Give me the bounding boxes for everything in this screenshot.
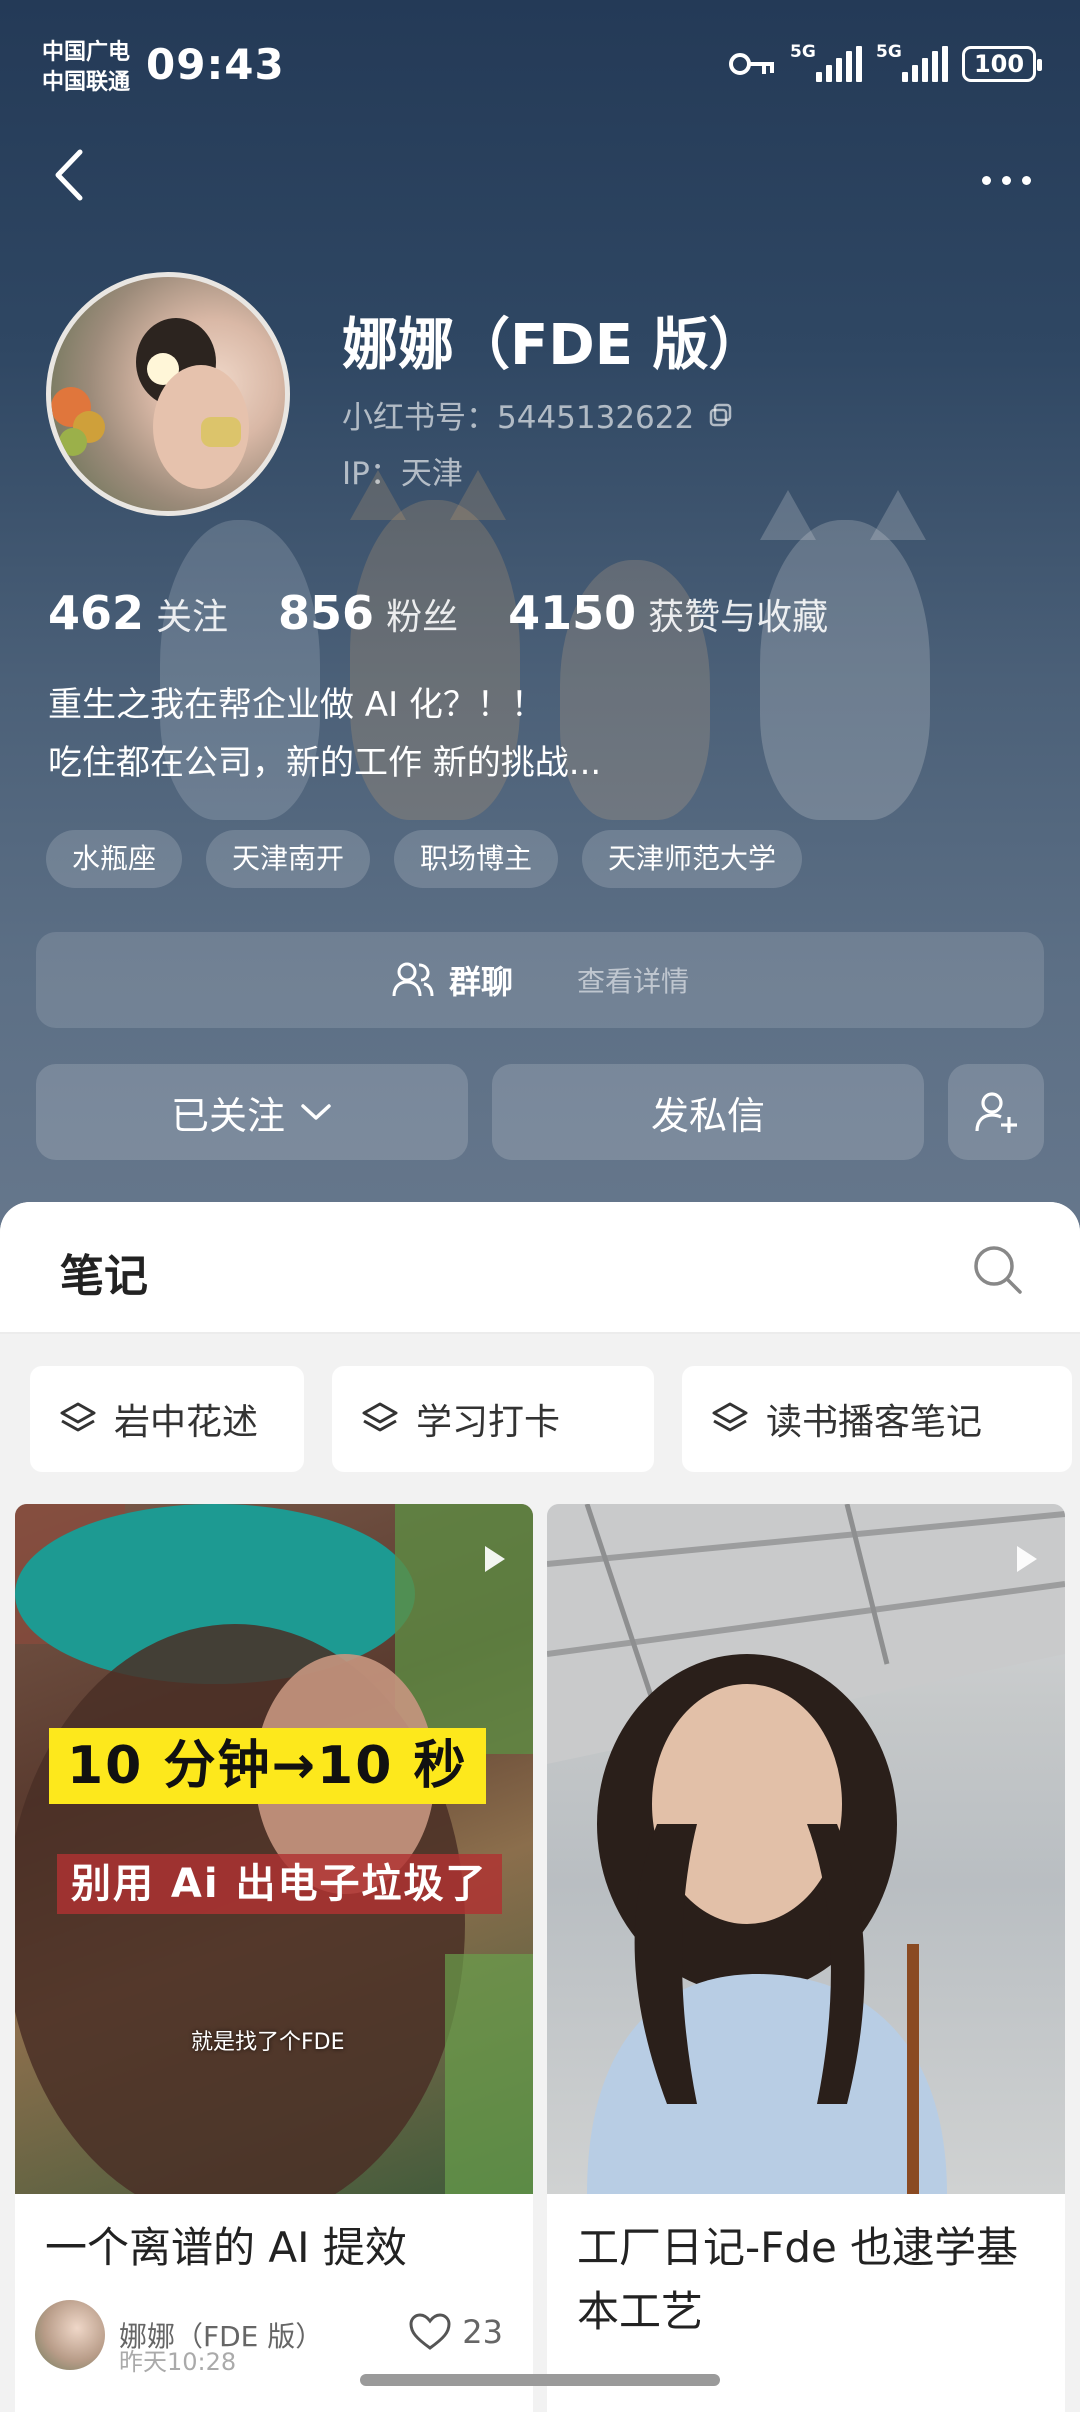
bio-line-1: 重生之我在帮企业做 AI 化？！！ xyxy=(48,685,545,725)
tag-zodiac[interactable]: 水瓶座 xyxy=(46,830,183,888)
notes-header: 笔记 xyxy=(0,1202,1080,1334)
following-label: 已关注 xyxy=(170,1093,285,1138)
note-title: 工厂日记-Fde 也逮学基本工艺 xyxy=(577,2223,1019,2336)
stat-following[interactable]: 462 关注 xyxy=(48,586,228,640)
note-title: 一个离谱的 AI 提效 xyxy=(45,2223,407,2272)
note-thumbnail-art xyxy=(547,1504,1065,2194)
clock: 09:43 xyxy=(146,40,285,89)
collection-label: 读书播客笔记 xyxy=(766,1402,983,1443)
home-indicator[interactable] xyxy=(360,2374,720,2386)
note-likes-count: 23 xyxy=(462,2313,503,2351)
status-bar: 中国广电 中国联通 09:43 5G 5G 100 xyxy=(0,0,1080,130)
carrier-2: 中国联通 xyxy=(42,70,131,95)
back-button[interactable] xyxy=(44,140,104,210)
signal-2-icon: 5G xyxy=(876,42,948,82)
stat-followers-label: 粉丝 xyxy=(386,597,459,638)
note-thumbnail: 10 分钟→10 秒 别用 Ai 出电子垃圾了 就是找了个FDE xyxy=(15,1504,533,2194)
nickname: 娜娜（FDE 版） xyxy=(342,313,765,378)
note-overlay-sub: 别用 Ai 出电子垃圾了 xyxy=(57,1854,502,1914)
collection-item[interactable]: 学习打卡 xyxy=(332,1366,654,1472)
stat-followers[interactable]: 856 粉丝 xyxy=(278,586,458,640)
following-button[interactable]: 已关注 xyxy=(36,1064,468,1160)
add-user-icon xyxy=(975,1092,1017,1133)
user-id[interactable]: 小红书号：5445132622 xyxy=(342,392,734,437)
user-id-text: 小红书号：5445132622 xyxy=(342,400,695,436)
note-time: 昨天10:28 xyxy=(119,2348,237,2376)
chevron-down-icon xyxy=(301,1104,331,1120)
group-chat-detail[interactable]: 查看详情 xyxy=(577,960,689,1000)
add-friend-button[interactable] xyxy=(948,1064,1044,1160)
collection-item[interactable]: 岩中花述 xyxy=(30,1366,304,1472)
carrier-labels: 中国广电 中国联通 xyxy=(42,38,130,98)
note-likes[interactable]: 23 xyxy=(408,2312,503,2352)
layers-icon xyxy=(712,1402,748,1432)
note-overlay-main: 10 分钟→10 秒 xyxy=(49,1728,486,1804)
group-icon xyxy=(392,962,434,997)
stat-followers-count: 856 xyxy=(278,586,375,640)
signal-1-icon: 5G xyxy=(790,42,862,82)
note-card[interactable]: 10 分钟→10 秒 别用 Ai 出电子垃圾了 就是找了个FDE 一个离谱的 A… xyxy=(15,1504,533,2412)
note-video-subtitle: 就是找了个FDE xyxy=(191,2030,345,2055)
layers-icon xyxy=(60,1402,96,1432)
profile-page: 中国广电 中国联通 09:43 5G 5G 100 娜娜（FDE 版） 小红书号… xyxy=(0,0,1080,2412)
video-play-icon xyxy=(485,1546,505,1572)
group-chat-label: 群聊 xyxy=(448,963,513,1001)
collection-label: 学习打卡 xyxy=(416,1402,561,1443)
tag-school[interactable]: 天津师范大学 xyxy=(582,830,803,888)
bio: 重生之我在帮企业做 AI 化？！！ 吃住都在公司，新的工作 新的挑战... xyxy=(48,676,601,792)
tab-notes[interactable]: 笔记 xyxy=(60,1240,148,1304)
profile-tags: 水瓶座 天津南开 职场博主 天津师范大学 xyxy=(46,830,803,888)
stat-following-label: 关注 xyxy=(156,597,229,638)
battery-icon: 100 xyxy=(962,46,1042,82)
more-options-button[interactable] xyxy=(966,150,1046,210)
chevron-left-icon xyxy=(55,149,83,201)
message-label: 发私信 xyxy=(650,1093,765,1138)
stat-following-count: 462 xyxy=(48,586,145,640)
notes-sheet: 笔记 岩中花述 学习打卡 读书播客笔记 10 分钟→10 秒 别用 Ai 出电子… xyxy=(0,1202,1080,2412)
video-play-icon xyxy=(1017,1546,1037,1572)
collection-item[interactable]: 读书播客笔记 xyxy=(682,1366,1072,1472)
bio-line-2: 吃住都在公司，新的工作 新的挑战... xyxy=(48,743,602,783)
profile-stats: 462 关注 856 粉丝 4150 获赞与收藏 xyxy=(48,586,878,640)
ip-location: IP：天津 xyxy=(342,456,463,492)
heart-icon xyxy=(409,2313,451,2350)
carrier-1: 中国广电 xyxy=(42,40,131,65)
key-icon xyxy=(729,53,774,75)
stat-likes-count: 4150 xyxy=(508,586,637,640)
layers-icon xyxy=(362,1402,398,1432)
copy-icon[interactable] xyxy=(708,402,734,428)
avatar-photo xyxy=(51,318,249,489)
note-thumbnail-art xyxy=(15,1504,533,2194)
stat-likes-label: 获赞与收藏 xyxy=(648,597,829,638)
tag-category[interactable]: 职场博主 xyxy=(394,830,559,888)
collection-label: 岩中花述 xyxy=(114,1402,259,1443)
note-thumbnail xyxy=(547,1504,1065,2194)
note-card[interactable]: 工厂日记-Fde 也逮学基本工艺 xyxy=(547,1504,1065,2412)
message-button[interactable]: 发私信 xyxy=(492,1064,924,1160)
avatar[interactable] xyxy=(46,272,290,516)
search-icon[interactable] xyxy=(968,1240,1028,1300)
note-author-avatar xyxy=(35,2300,105,2370)
status-icons: 5G 5G 100 xyxy=(728,42,1042,82)
profile-actions: 已关注 发私信 xyxy=(36,1064,1044,1160)
collections-row: 岩中花述 学习打卡 读书播客笔记 xyxy=(30,1366,1072,1472)
group-chat-bar[interactable]: 群聊 查看详情 xyxy=(36,932,1044,1028)
tag-location[interactable]: 天津南开 xyxy=(206,830,371,888)
stat-likes[interactable]: 4150 获赞与收藏 xyxy=(508,586,828,640)
more-horizontal-icon xyxy=(981,175,991,185)
